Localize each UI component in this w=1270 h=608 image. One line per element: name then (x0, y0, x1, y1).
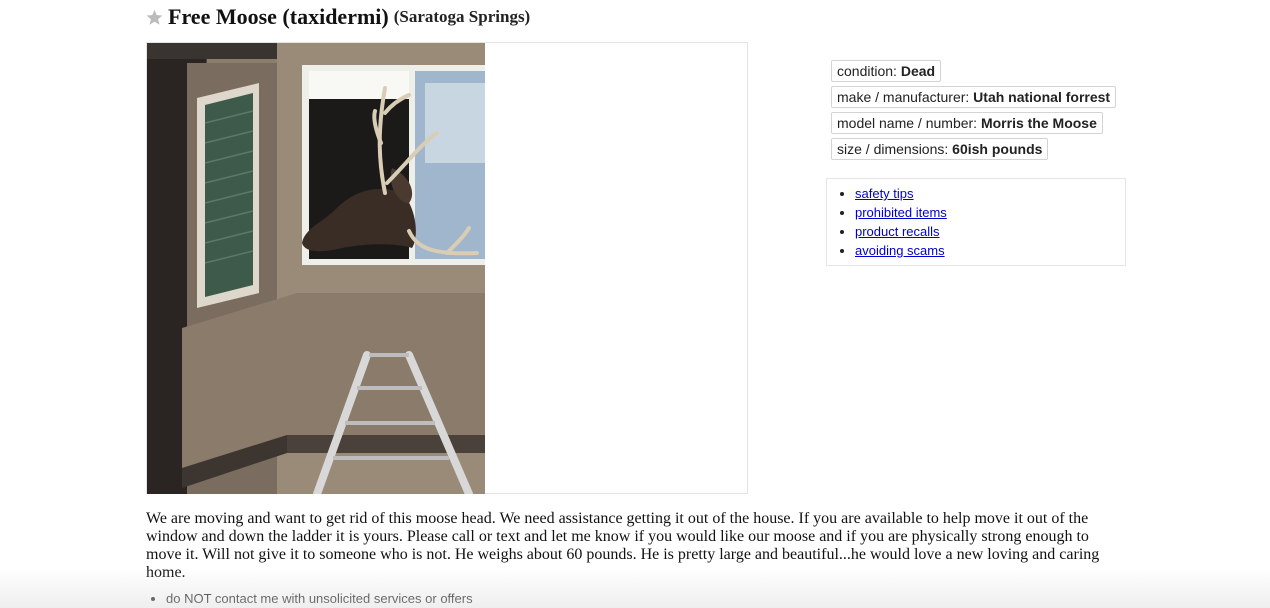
attr-size-dimensions: size / dimensions: 60ish pounds (831, 138, 1049, 160)
list-item: safety tips (855, 186, 1125, 205)
list-item: product recalls (855, 224, 1125, 243)
posting-location: (Saratoga Springs) (393, 7, 531, 26)
safety-tips-link[interactable]: safety tips (855, 186, 914, 201)
posting-description: We are moving and want to get rid of thi… (146, 510, 1100, 581)
product-recalls-link[interactable]: product recalls (855, 224, 940, 239)
safety-links-box: safety tips prohibited items product rec… (826, 178, 1126, 266)
attr-condition: condition: Dead (831, 60, 942, 82)
moose-photo[interactable] (147, 43, 485, 494)
posting-title: Free Moose (taxidermi) (168, 4, 389, 29)
image-gallery (146, 42, 748, 494)
posting-title-row: Free Moose (taxidermi) (Saratoga Springs… (146, 3, 530, 31)
attribute-list: condition: Dead make / manufacturer: Uta… (831, 60, 1117, 164)
avoiding-scams-link[interactable]: avoiding scams (855, 243, 945, 258)
attr-model-name: model name / number: Morris the Moose (831, 112, 1103, 134)
list-item: prohibited items (855, 205, 1125, 224)
notices-list: do NOT contact me with unsolicited servi… (146, 590, 473, 608)
list-item: avoiding scams (855, 243, 1125, 262)
notice-item: do NOT contact me with unsolicited servi… (166, 590, 473, 608)
prohibited-items-link[interactable]: prohibited items (855, 205, 947, 220)
star-icon[interactable] (146, 9, 163, 26)
attr-make-manufacturer: make / manufacturer: Utah national forre… (831, 86, 1117, 108)
